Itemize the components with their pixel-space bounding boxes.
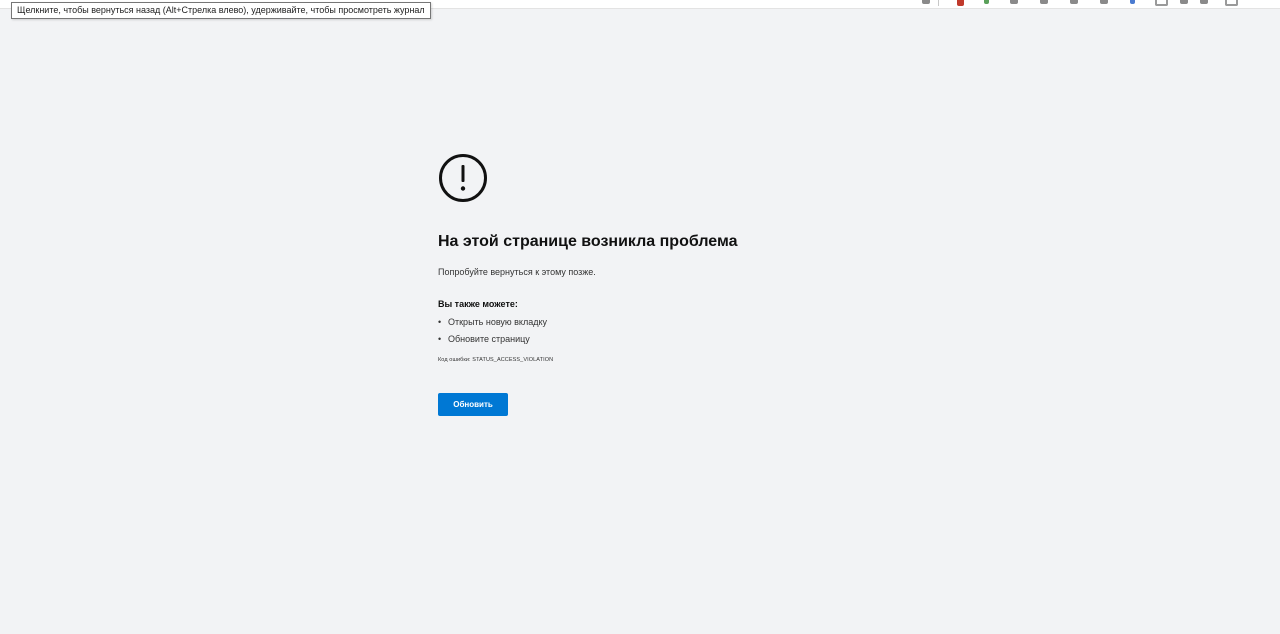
- toolbar-separator: [938, 0, 939, 6]
- error-subtitle: Попробуйте вернуться к этому позже.: [438, 267, 596, 277]
- bullet: •: [438, 317, 442, 327]
- extension-icon[interactable]: [957, 0, 964, 6]
- settings-icon[interactable]: [1200, 0, 1208, 4]
- back-button-tooltip: Щелкните, чтобы вернуться назад (Alt+Стр…: [11, 2, 431, 19]
- extension-icon[interactable]: [1010, 0, 1018, 4]
- account-icon[interactable]: [1225, 0, 1238, 6]
- extension-icon[interactable]: [1130, 0, 1135, 4]
- error-page: Щелкните, чтобы вернуться назад (Alt+Стр…: [0, 0, 1280, 634]
- extension-icon[interactable]: [1100, 0, 1108, 4]
- extension-icon[interactable]: [1070, 0, 1078, 4]
- extension-icon[interactable]: [1040, 0, 1048, 4]
- action-refresh-page: Обновите страницу: [448, 334, 530, 344]
- error-code: Код ошибки: STATUS_ACCESS_VIOLATION: [438, 357, 554, 363]
- refresh-button[interactable]: Обновить: [438, 393, 508, 416]
- also-heading: Вы также можете:: [438, 299, 518, 309]
- bullet: •: [438, 334, 442, 344]
- extension-icon[interactable]: [984, 0, 989, 4]
- favorites-icon[interactable]: [1180, 0, 1188, 4]
- profile-icon[interactable]: [1155, 0, 1168, 6]
- exclamation-circle-icon: [439, 154, 487, 202]
- action-open-new-tab: Открыть новую вкладку: [448, 317, 548, 327]
- toolbar-icon[interactable]: [922, 0, 930, 4]
- list-item: • Открыть новую вкладку: [438, 316, 958, 328]
- list-item: • Обновите страницу: [438, 333, 958, 345]
- action-list: • Открыть новую вкладку • Обновите стран…: [438, 316, 958, 345]
- error-title: На этой странице возникла проблема: [438, 233, 738, 250]
- error-content: На этой странице возникла проблема Попро…: [438, 153, 958, 416]
